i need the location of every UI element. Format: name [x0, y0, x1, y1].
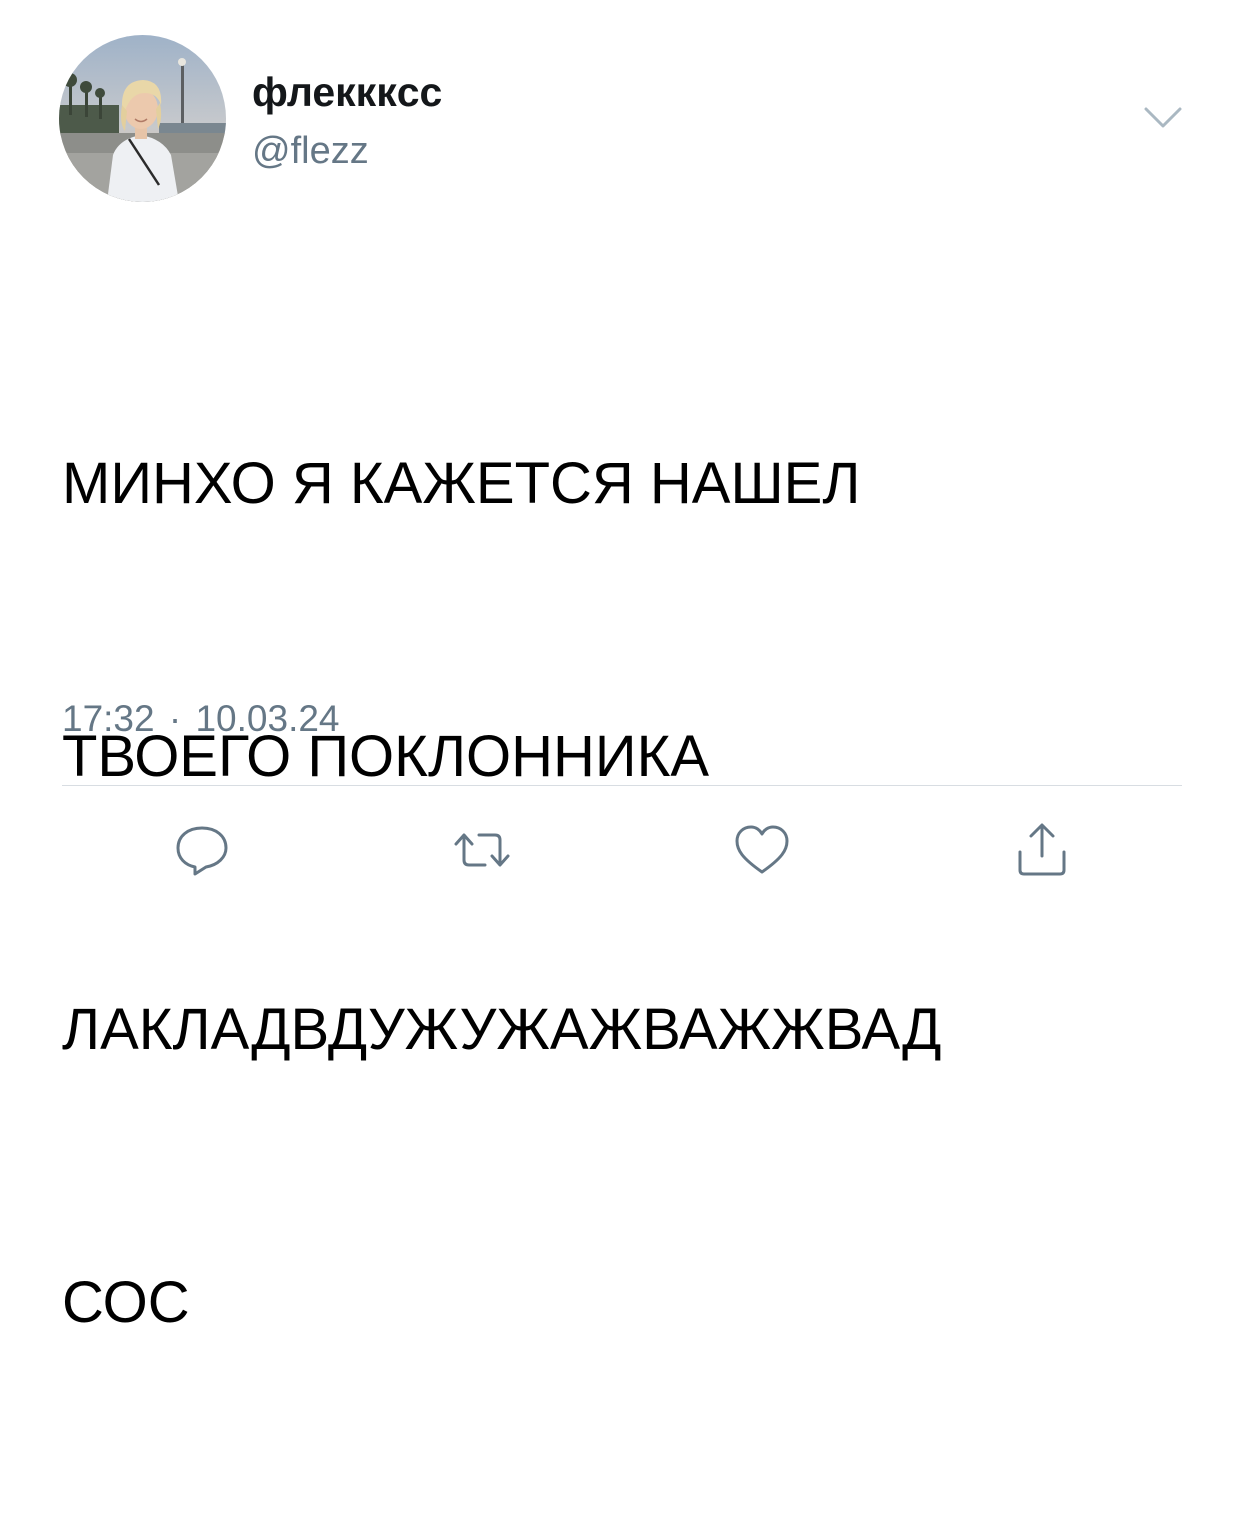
tweet-time: 17:32 — [62, 698, 155, 739]
tweet-timestamp[interactable]: 17:32 · 10.03.24 — [62, 695, 340, 743]
heart-icon — [735, 825, 789, 874]
avatar[interactable] — [59, 35, 226, 202]
reply-button[interactable] — [167, 815, 237, 885]
display-name[interactable]: флекккcc — [252, 66, 442, 118]
reply-icon — [176, 826, 228, 876]
tweet-card: флекккcc @flezz МИНХО Я КАЖЕТСЯ НАШЕЛ ТВ… — [0, 0, 1242, 1335]
divider — [62, 785, 1182, 786]
action-bar — [0, 815, 1242, 885]
timestamp-separator: · — [168, 698, 182, 739]
share-icon — [1018, 823, 1066, 876]
user-handle[interactable]: @flezz — [252, 128, 369, 174]
avatar-photo — [59, 35, 226, 202]
tweet-text-line: СОС — [62, 1270, 190, 1335]
share-button[interactable] — [1007, 815, 1077, 885]
tweet-text: МИНХО Я КАЖЕТСЯ НАШЕЛ ТВОЕГО ПОКЛОННИКА … — [62, 256, 1202, 1530]
retweet-button[interactable] — [447, 815, 517, 885]
tweet-text-line: ЛАКЛАДВДУЖУЖАЖВАЖЖВАД — [62, 997, 942, 1062]
chevron-down-icon[interactable] — [1140, 98, 1186, 138]
tweet-date: 10.03.24 — [195, 698, 340, 739]
tweet-text-line: МИНХО Я КАЖЕТСЯ НАШЕЛ — [62, 451, 861, 516]
like-button[interactable] — [727, 815, 797, 885]
retweet-icon — [454, 833, 510, 867]
